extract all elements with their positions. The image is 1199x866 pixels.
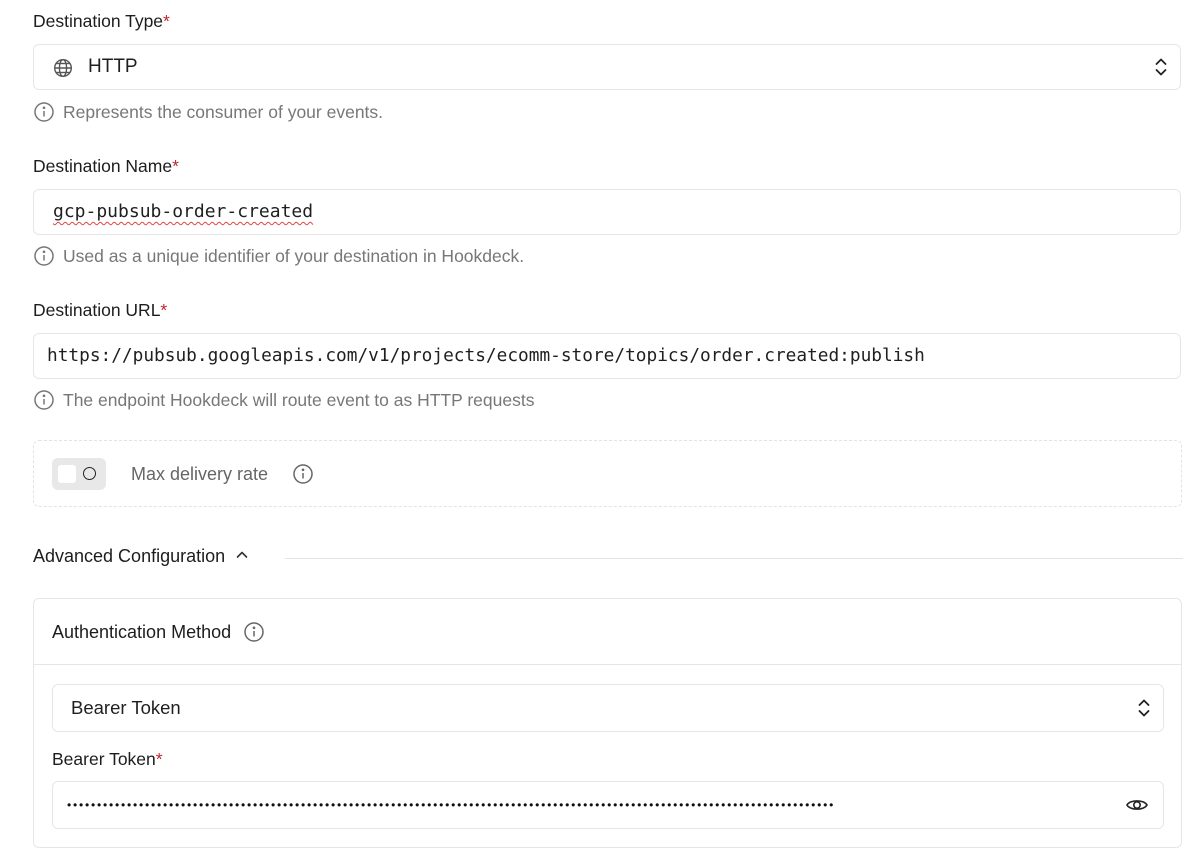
authentication-title-text: Authentication Method <box>52 622 232 642</box>
destination-url-help: The endpoint Hookdeck will route event t… <box>33 389 534 411</box>
info-icon <box>33 245 55 267</box>
authentication-method-value: Bearer Token <box>71 697 181 718</box>
destination-url-input[interactable]: https://pubsub.googleapis.com/v1/project… <box>33 333 1181 379</box>
globe-icon <box>53 58 73 83</box>
destination-type-label: Destination Type* <box>33 11 170 32</box>
required-mark: * <box>172 156 179 176</box>
max-delivery-rate-toggle[interactable] <box>52 458 106 490</box>
chevron-up-icon <box>235 546 249 567</box>
authentication-title: Authentication Method <box>52 599 265 665</box>
section-divider <box>285 558 1183 559</box>
info-icon <box>33 101 55 123</box>
max-delivery-rate-section: Max delivery rate <box>33 440 1182 507</box>
destination-name-help-text: Used as a unique identifier of your dest… <box>63 245 525 266</box>
destination-url-help-text: The endpoint Hookdeck will route event t… <box>63 389 535 410</box>
required-mark: * <box>160 300 168 320</box>
authentication-header: Authentication Method <box>34 599 1181 665</box>
bearer-token-masked-value: ••••••••••••••••••••••••••••••••••••••••… <box>67 798 836 812</box>
info-icon <box>33 389 55 411</box>
destination-type-select[interactable]: HTTP <box>33 44 1181 90</box>
advanced-configuration-title: Advanced Configuration <box>33 546 226 566</box>
chevron-updown-icon <box>1137 697 1151 719</box>
toggle-off-icon <box>83 467 96 480</box>
destination-type-help-text: Represents the consumer of your events. <box>63 101 384 122</box>
chevron-updown-icon <box>1154 56 1168 78</box>
destination-type-label-text: Destination Type <box>33 11 164 31</box>
destination-type-help: Represents the consumer of your events. <box>33 101 383 123</box>
destination-name-input[interactable]: gcp-pubsub-order-created <box>33 189 1181 235</box>
destination-name-value: gcp-pubsub-order-created <box>53 201 314 222</box>
destination-url-value: https://pubsub.googleapis.com/v1/project… <box>47 345 925 366</box>
authentication-method-select[interactable]: Bearer Token <box>52 684 1164 732</box>
required-mark: * <box>163 11 170 31</box>
eye-icon[interactable] <box>1125 795 1149 820</box>
required-mark: * <box>155 749 163 769</box>
destination-url-label-text: Destination URL <box>33 300 161 320</box>
bearer-token-label-text: Bearer Token <box>52 749 156 769</box>
destination-name-label-text: Destination Name <box>33 156 173 176</box>
max-delivery-rate-label: Max delivery rate <box>131 464 269 484</box>
toggle-knob <box>58 465 76 483</box>
bearer-token-input[interactable]: ••••••••••••••••••••••••••••••••••••••••… <box>52 781 1164 829</box>
advanced-configuration-toggle[interactable]: Advanced Configuration <box>33 546 249 567</box>
destination-name-label: Destination Name* <box>33 156 179 177</box>
destination-name-help: Used as a unique identifier of your dest… <box>33 245 524 267</box>
info-icon[interactable] <box>292 463 314 490</box>
info-icon[interactable] <box>243 621 265 643</box>
authentication-card: Authentication Method Bearer Token Beare… <box>33 598 1182 848</box>
bearer-token-label: Bearer Token* <box>52 749 163 770</box>
destination-type-value: HTTP <box>88 56 138 77</box>
destination-url-label: Destination URL* <box>33 300 167 321</box>
